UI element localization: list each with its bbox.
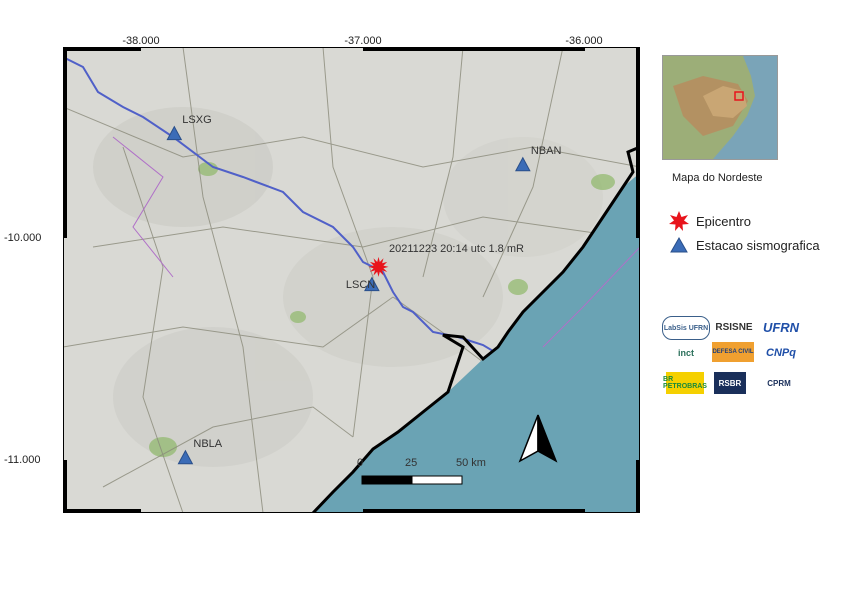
legend-epicenter-label: Epicentro xyxy=(696,213,751,229)
legend-epicenter: Epicentro xyxy=(668,210,751,232)
logo-ufrn: UFRN xyxy=(762,319,800,335)
station-label: LSXG xyxy=(182,113,212,126)
logo-defesa-civil: DEFESA CIVIL xyxy=(712,342,754,362)
x-tick-label: -38.000 xyxy=(122,35,160,47)
y-tick-label: -10.000 xyxy=(4,232,42,244)
logo-rsbr: RSBR xyxy=(714,372,746,394)
station-label: LSCN xyxy=(345,278,376,291)
logo-labsis: LabSis UFRN xyxy=(662,316,710,340)
station-label: NBLA xyxy=(193,437,223,450)
station-label: NBAN xyxy=(530,144,562,157)
logo-petrobras: BR PETROBRAS xyxy=(663,372,707,394)
legend-station: Estacao sismografica xyxy=(668,234,820,256)
logo-cprm: CPRM xyxy=(767,378,791,388)
inset-caption: Mapa do Nordeste xyxy=(672,172,763,184)
x-tick-label: -36.000 xyxy=(565,35,603,47)
epicenter-legend-icon xyxy=(669,211,689,231)
logo-rsisne: RSISNE xyxy=(715,321,753,333)
scale-bar xyxy=(361,475,463,485)
scale-label: 50 km xyxy=(456,457,486,469)
logo-inct: inct xyxy=(677,348,694,358)
main-map[interactable]: 0 25 50 km 20211223 20:14 utc 1.8 mR LSX… xyxy=(63,47,640,513)
scale-label: 0 xyxy=(357,457,364,469)
inset-map xyxy=(662,55,778,160)
legend-station-label: Estacao sismografica xyxy=(696,237,820,253)
x-tick-label: -37.000 xyxy=(344,35,382,47)
logo-cnpq: CNPq xyxy=(766,347,796,359)
station-legend-icon xyxy=(670,236,688,253)
scale-label: 25 xyxy=(405,457,418,469)
y-tick-label: -11.000 xyxy=(4,454,41,466)
event-label: 20211223 20:14 utc 1.8 mR xyxy=(389,243,524,255)
